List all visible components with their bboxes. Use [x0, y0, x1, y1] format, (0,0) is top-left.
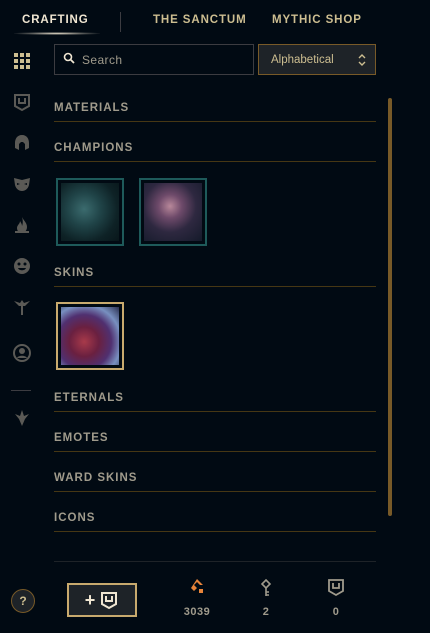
search-input[interactable] [82, 52, 242, 67]
champion-shard-image [61, 183, 119, 241]
plus-icon: + [84, 590, 96, 610]
top-nav: CRAFTING THE SANCTUM MYTHIC SHOP [0, 0, 430, 40]
orange-essence-count: 3039 [183, 606, 211, 618]
sidebar-divider [11, 390, 31, 391]
key-counter: 2 [246, 578, 286, 618]
mask-icon[interactable] [11, 173, 33, 195]
profile-icon[interactable] [11, 342, 33, 364]
eternals-icon[interactable] [11, 407, 33, 429]
skin-shard-image [61, 307, 119, 365]
champion-shard-tile[interactable] [139, 178, 207, 246]
tab-mythic-shop[interactable]: MYTHIC SHOP [272, 14, 362, 26]
ward-icon[interactable] [11, 296, 33, 318]
category-ward-skins[interactable]: WARD SKINS [54, 462, 376, 492]
champion-shard-image [144, 183, 202, 241]
orange-essence-icon [191, 579, 203, 593]
helmet-icon[interactable] [11, 132, 33, 154]
key-count: 2 [262, 606, 270, 618]
chest-icon [328, 579, 344, 597]
flame-icon[interactable] [11, 214, 33, 236]
category-label: MATERIALS [54, 102, 130, 114]
category-skins[interactable]: SKINS [54, 257, 376, 287]
category-materials[interactable]: MATERIALS [54, 92, 376, 122]
category-label: ETERNALS [54, 392, 124, 404]
champion-shard-tile[interactable] [56, 178, 124, 246]
chest-count: 0 [332, 606, 340, 618]
search-box[interactable] [54, 44, 254, 75]
scrollbar[interactable] [388, 98, 392, 516]
skin-shard-tile[interactable] [56, 302, 124, 370]
grid-icon[interactable] [11, 50, 33, 72]
sort-dropdown-value: Alphabetical [271, 53, 334, 66]
emote-icon[interactable] [11, 255, 33, 277]
category-champions[interactable]: CHAMPIONS [54, 132, 376, 162]
sort-dropdown[interactable]: Alphabetical [258, 44, 376, 75]
chest-icon[interactable] [11, 91, 33, 113]
sidebar [0, 40, 44, 633]
active-tab-indicator [14, 32, 100, 35]
category-label: SKINS [54, 267, 95, 279]
category-label: EMOTES [54, 432, 109, 444]
chevron-up-down-icon [358, 54, 366, 66]
category-icons[interactable]: ICONS [54, 502, 376, 532]
category-label: ICONS [54, 512, 96, 524]
add-chest-button[interactable]: + [67, 583, 137, 617]
footer-divider [54, 561, 376, 562]
tab-divider [120, 12, 121, 32]
category-emotes[interactable]: EMOTES [54, 422, 376, 452]
search-icon [63, 51, 75, 69]
key-icon [260, 578, 272, 596]
category-label: WARD SKINS [54, 472, 138, 484]
chest-counter: 0 [316, 578, 356, 618]
category-label: CHAMPIONS [54, 142, 134, 154]
tab-the-sanctum[interactable]: THE SANCTUM [153, 14, 247, 26]
help-button[interactable]: ? [11, 589, 35, 613]
chest-icon [101, 592, 118, 610]
orange-essence-counter: 3039 [177, 578, 217, 618]
category-eternals[interactable]: ETERNALS [54, 382, 376, 412]
tab-crafting[interactable]: CRAFTING [22, 14, 89, 26]
